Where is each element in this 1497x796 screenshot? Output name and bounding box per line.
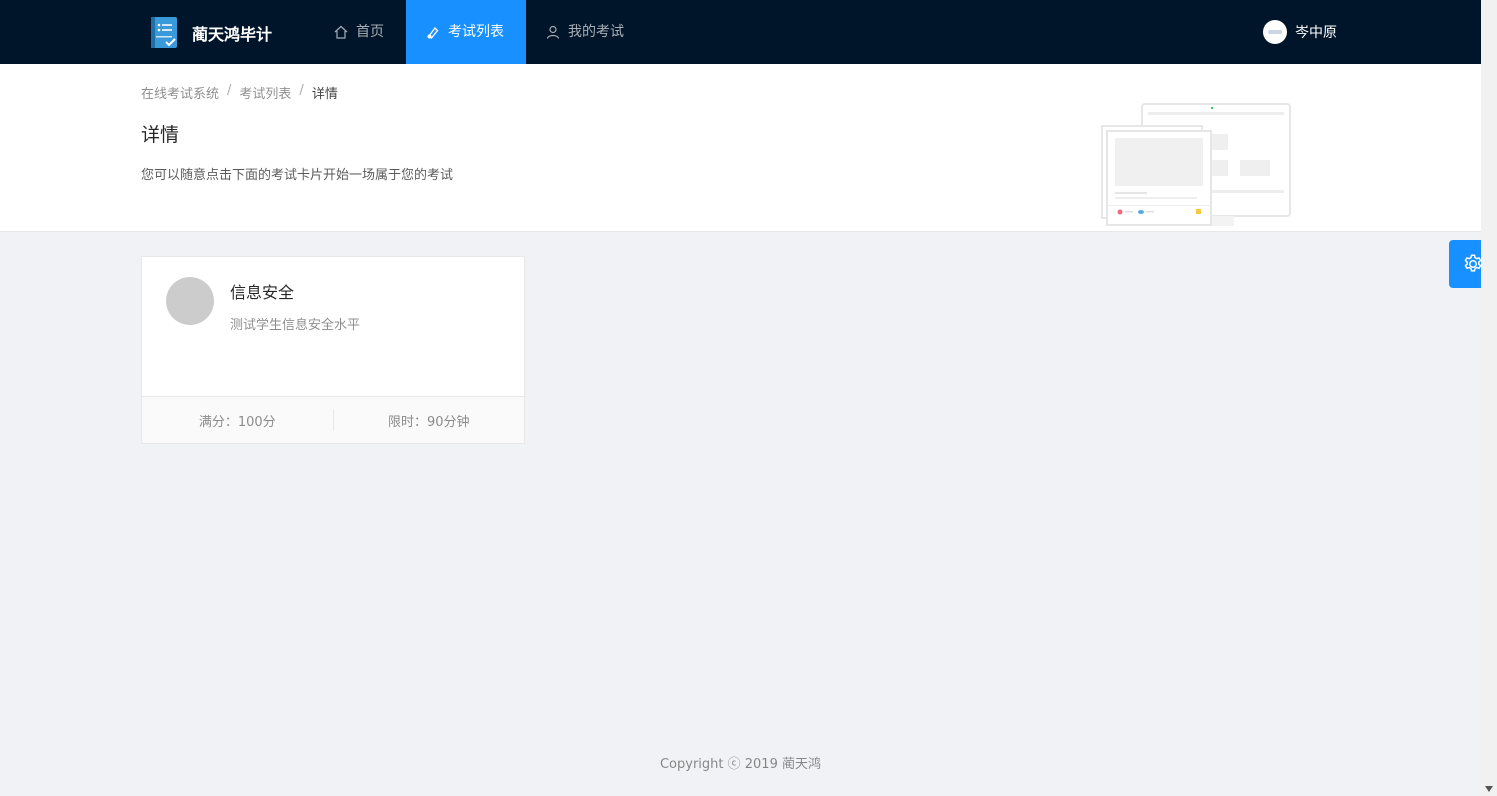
exam-avatar — [166, 277, 214, 325]
devices-illustration — [1101, 103, 1291, 226]
card-actions: 满分：100分 限时：90分钟 — [142, 396, 524, 443]
time-limit: 限时：90分钟 — [332, 409, 525, 431]
avatar[interactable] — [1263, 20, 1287, 44]
logo-icon[interactable] — [150, 16, 180, 50]
nav-item-exam-list[interactable]: 考试列表 — [406, 0, 526, 64]
exam-title[interactable]: 信息安全 — [230, 279, 294, 303]
page-title: 详情 — [141, 124, 180, 146]
nav-item-my-exams[interactable]: 我的考试 — [526, 0, 644, 64]
breadcrumb-item-current: 详情 — [311, 87, 338, 102]
user-icon — [546, 25, 560, 39]
top-navbar: 蔺天鸿毕计 首页 考试列表 我的考试 岑中原 — [0, 0, 1481, 64]
breadcrumb-separator: / — [227, 83, 232, 98]
exam-list-icon — [427, 27, 439, 39]
nav-item-label: 考试列表 — [448, 24, 504, 40]
brand-name[interactable]: 蔺天鸿毕计 — [192, 21, 272, 45]
home-icon — [334, 25, 348, 39]
vertical-scrollbar[interactable] — [1481, 0, 1497, 796]
page-description: 您可以随意点击下面的考试卡片开始一场属于您的考试 — [141, 168, 454, 183]
nav-item-label: 首页 — [356, 24, 384, 40]
username[interactable]: 岑中原 — [1295, 22, 1337, 42]
user-menu[interactable]: 岑中原 — [1263, 20, 1337, 44]
breadcrumb: 在线考试系统 / 考试列表 / 详情 — [141, 83, 338, 102]
breadcrumb-separator: / — [299, 83, 304, 98]
nav-item-label: 我的考试 — [568, 24, 624, 40]
nav-item-home[interactable]: 首页 — [314, 0, 404, 64]
page-header: 在线考试系统 / 考试列表 / 详情 详情 您可以随意点击下面的考试卡片开始一场… — [0, 64, 1481, 232]
scroll-down-icon[interactable] — [1485, 786, 1493, 792]
breadcrumb-item-exam-list[interactable]: 考试列表 — [239, 83, 291, 102]
exam-card[interactable]: 信息安全 测试学生信息安全水平 满分：100分 限时：90分钟 — [141, 256, 525, 444]
breadcrumb-item-home[interactable]: 在线考试系统 — [141, 83, 219, 102]
full-score: 满分：100分 — [198, 414, 276, 430]
exam-description: 测试学生信息安全水平 — [230, 318, 361, 333]
footer-copyright: Copyright ⓒ 2019 蔺天鸿 — [659, 757, 821, 772]
